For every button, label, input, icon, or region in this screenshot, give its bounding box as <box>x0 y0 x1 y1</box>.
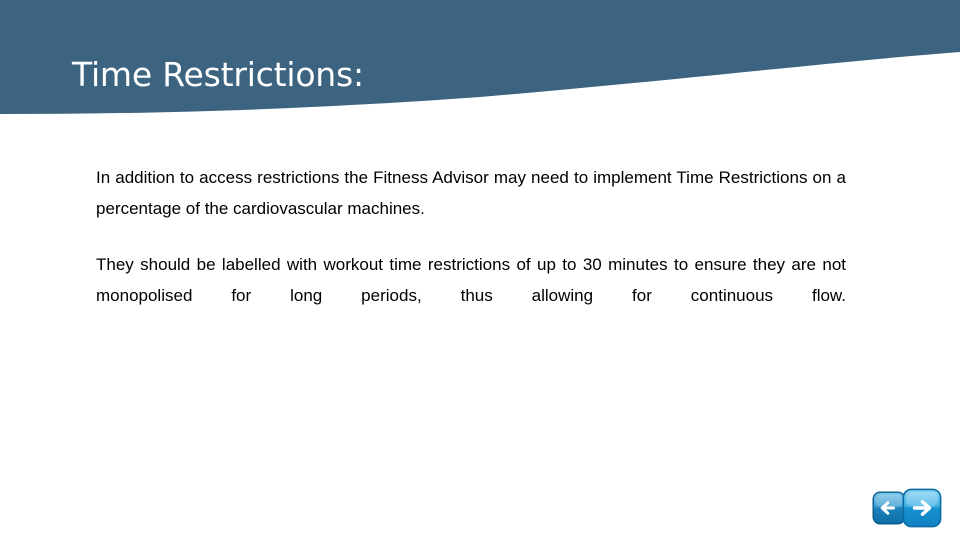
page-title: Time Restrictions: <box>72 55 364 94</box>
previous-slide-button[interactable] <box>872 491 906 525</box>
slide-navigation <box>870 488 950 530</box>
arrow-right-icon <box>902 488 942 528</box>
body-paragraph-1: In addition to access restrictions the F… <box>96 168 846 218</box>
slide-canvas: Time Restrictions: In addition to access… <box>0 0 960 540</box>
body-text-block: In addition to access restrictions the F… <box>96 162 846 342</box>
header-banner: Time Restrictions: <box>0 0 960 120</box>
arrow-left-icon <box>872 491 906 525</box>
next-slide-button[interactable] <box>902 488 942 528</box>
body-paragraph-2: They should be labelled with workout tim… <box>96 255 846 305</box>
